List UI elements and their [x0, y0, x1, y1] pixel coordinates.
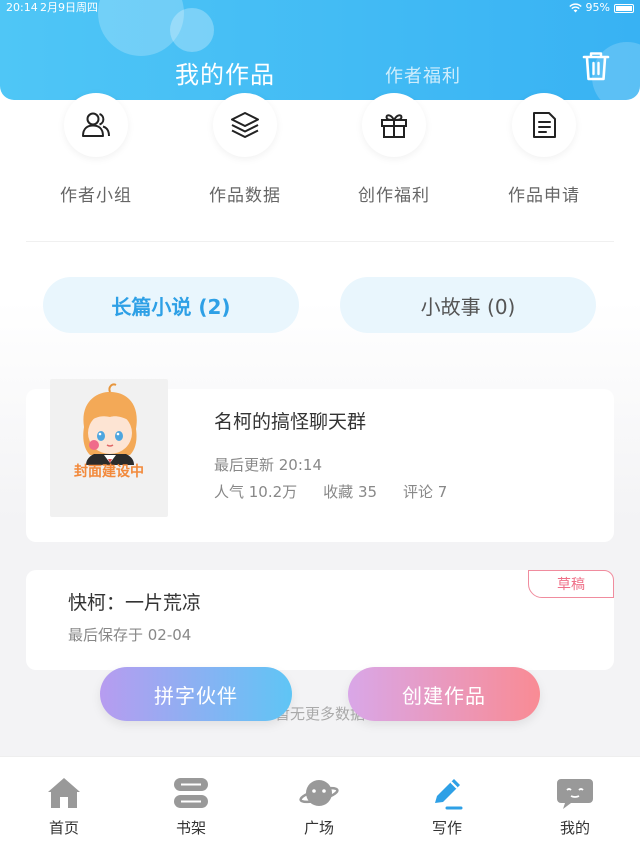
- nav-label: 广场: [303, 819, 334, 837]
- status-date: 2月9日周四: [40, 1, 98, 14]
- trash-icon[interactable]: [581, 50, 611, 82]
- tab-my-works[interactable]: 我的作品: [175, 55, 275, 90]
- work-title: 名柯的搞怪聊天群: [214, 411, 367, 433]
- layers-icon: [231, 112, 259, 138]
- work-update-time: 最后更新 20:14: [214, 456, 322, 474]
- status-bar: 20:14 2月9日周四 95%: [0, 0, 640, 18]
- cover-placeholder-text: 封面建设中: [74, 464, 144, 480]
- writing-partner-button[interactable]: 拼字伙伴: [100, 667, 292, 721]
- no-more-data: 暂无更多数据: [274, 705, 365, 723]
- header-bar: 20:14 2月9日周四 95% 我的作品 作者福利: [0, 0, 640, 100]
- planet-icon: [299, 780, 339, 806]
- stat-comments: 评论 7: [403, 483, 448, 501]
- quick-action-label: 作品申请: [508, 186, 580, 206]
- battery-percent: 95%: [585, 1, 610, 14]
- chat-bubble-icon: [557, 779, 593, 809]
- pen-icon: [435, 779, 463, 810]
- document-icon: [533, 112, 556, 138]
- quick-action-work-data[interactable]: 作品数据: [185, 93, 305, 206]
- quick-actions: 作者小组 作品数据 创作福利 作品申请: [0, 93, 640, 213]
- quick-action-label: 作者小组: [60, 186, 132, 206]
- quick-action-author-group[interactable]: 作者小组: [36, 93, 156, 206]
- work-stats: 人气 10.2万 收藏 35 评论 7: [214, 481, 473, 502]
- nav-write[interactable]: 写作: [407, 775, 487, 838]
- stat-favorites: 收藏 35: [323, 483, 378, 501]
- wifi-icon: [568, 3, 582, 13]
- group-icon: [82, 112, 110, 137]
- tab-short-story[interactable]: 小故事 (0): [340, 277, 596, 333]
- nav-bookshelf[interactable]: 书架: [151, 775, 231, 838]
- bottom-nav: 首页 书架 广场 写作 我的: [0, 756, 640, 853]
- work-card[interactable]: 封面建设中 名柯的搞怪聊天群 最后更新 20:14 人气 10.2万 收藏 35…: [26, 379, 614, 542]
- bookshelf-icon: [174, 778, 208, 808]
- gift-icon: [381, 114, 407, 138]
- draft-badge: 草稿: [528, 570, 614, 598]
- quick-action-label: 作品数据: [209, 186, 281, 206]
- nav-label: 写作: [431, 819, 462, 837]
- quick-action-label: 创作福利: [358, 186, 430, 206]
- battery-icon: [614, 3, 634, 13]
- quick-action-work-apply[interactable]: 作品申请: [484, 93, 604, 206]
- status-right: 95%: [568, 0, 634, 16]
- tab-author-welfare[interactable]: 作者福利: [385, 62, 461, 88]
- divider: [26, 241, 614, 242]
- status-time: 20:14: [6, 1, 38, 14]
- nav-label: 我的: [559, 819, 590, 837]
- nav-label: 首页: [48, 819, 79, 837]
- nav-home[interactable]: 首页: [24, 775, 104, 838]
- draft-card[interactable]: 草稿 快柯：一片荒凉 最后保存于 02-04: [26, 570, 614, 670]
- draft-title: 快柯：一片荒凉: [68, 592, 202, 614]
- nav-plaza[interactable]: 广场: [279, 775, 359, 838]
- book-cover[interactable]: 封面建设中: [50, 379, 168, 517]
- nav-label: 书架: [175, 819, 206, 837]
- stat-popularity: 人气 10.2万: [214, 483, 298, 501]
- tab-long-novel[interactable]: 长篇小说 (2): [43, 277, 299, 333]
- nav-mine[interactable]: 我的: [535, 775, 615, 838]
- quick-action-creative-welfare[interactable]: 创作福利: [334, 93, 454, 206]
- anime-girl-illustration: [83, 383, 137, 465]
- home-icon: [48, 778, 80, 808]
- draft-saved-time: 最后保存于 02-04: [68, 626, 192, 644]
- create-work-button[interactable]: 创建作品: [348, 667, 540, 721]
